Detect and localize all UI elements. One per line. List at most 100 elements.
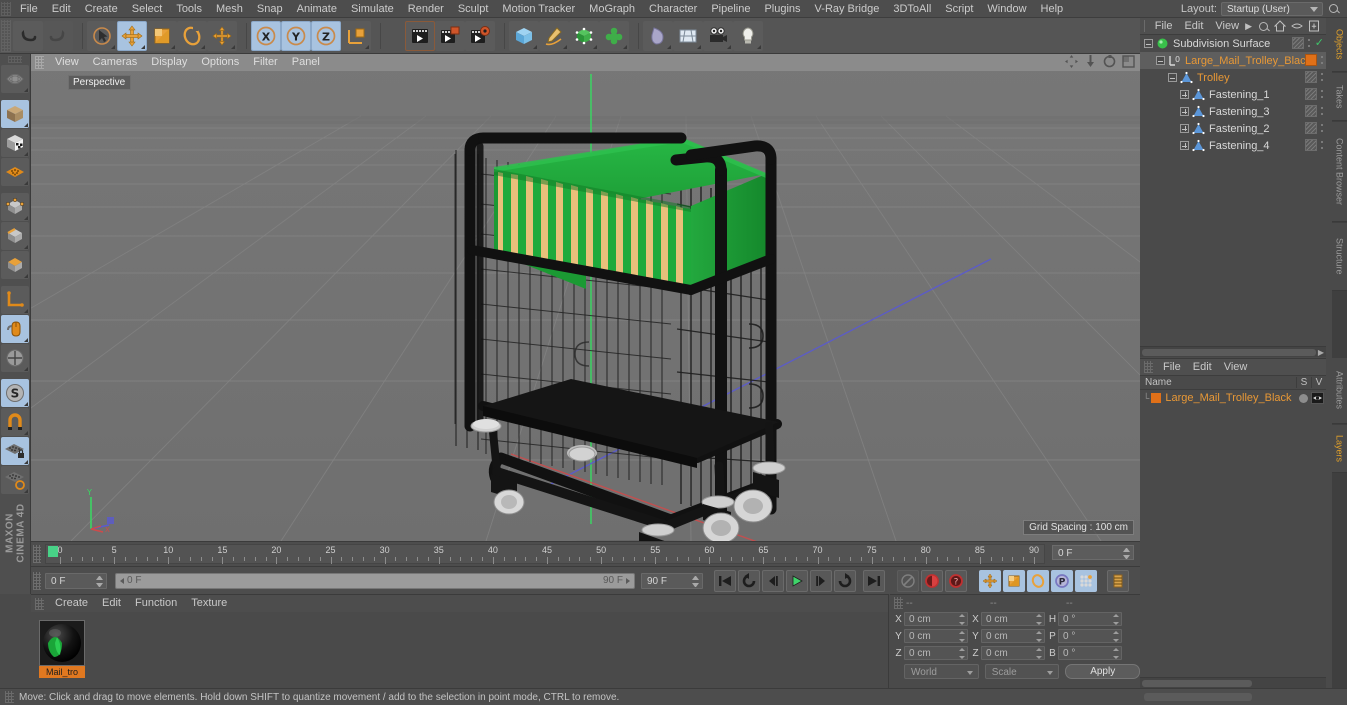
- layer-manager-scrollbar[interactable]: [1140, 677, 1326, 688]
- viewport-dolly-icon[interactable]: [1084, 55, 1097, 68]
- left-toolbar-grip[interactable]: [8, 56, 22, 63]
- object-tree-item-subdivision-surface[interactable]: Subdivision Surface ✓: [1140, 35, 1326, 52]
- visibility-dots-icon[interactable]: [1321, 122, 1324, 134]
- scale-key-button[interactable]: [1003, 569, 1025, 592]
- object-tree-item-large-mail-trolley-black[interactable]: 0 Large_Mail_Trolley_Black: [1140, 52, 1326, 69]
- end-frame-field[interactable]: 90 F: [641, 572, 703, 589]
- scrollbar-thumb[interactable]: [1142, 349, 1316, 356]
- viewport-maximize-icon[interactable]: [1122, 55, 1135, 68]
- timeline-ruler[interactable]: 0 5 10 15 20 25 30 35 40 45 50 55 60 65 70 75 80 85 90 0 F: [31, 541, 1140, 566]
- position-y-field[interactable]: 0 cm: [904, 629, 968, 643]
- menubar-grip[interactable]: [1, 1, 11, 16]
- phong-tag-icon[interactable]: [1305, 105, 1317, 117]
- scrollbar-thumb[interactable]: [1144, 693, 1252, 701]
- position-z-field[interactable]: 0 cm: [904, 646, 968, 660]
- playbar-grip[interactable]: [33, 571, 41, 590]
- workplane-lock-button[interactable]: [1, 437, 29, 465]
- expand-icon[interactable]: [1180, 124, 1189, 133]
- object-manager-menu-file[interactable]: File: [1149, 18, 1179, 35]
- material-menu-create[interactable]: Create: [48, 595, 95, 612]
- object-manager-menu-edit[interactable]: Edit: [1178, 18, 1209, 35]
- phong-tag-icon[interactable]: [1305, 122, 1317, 134]
- modeling-object-menu[interactable]: [599, 20, 629, 51]
- stepper[interactable]: [1113, 631, 1119, 642]
- next-frame-button[interactable]: [810, 569, 832, 592]
- rotation-key-button[interactable]: [1027, 569, 1049, 592]
- record-active-objects-button[interactable]: [897, 569, 919, 592]
- viewport-menu-filter[interactable]: Filter: [246, 54, 284, 71]
- timeline-grip[interactable]: [33, 545, 41, 563]
- parameter-key-button[interactable]: P: [1051, 569, 1073, 592]
- coordinates-grip[interactable]: [894, 597, 903, 609]
- visibility-dots-icon[interactable]: [1321, 139, 1324, 151]
- light-menu[interactable]: [733, 20, 763, 51]
- rotate-tool[interactable]: [177, 20, 207, 51]
- layer-color-swatch[interactable]: [1151, 393, 1162, 403]
- snap-button[interactable]: [1, 408, 29, 436]
- viewport-menu-options[interactable]: Options: [194, 54, 246, 71]
- menu-v-ray-bridge[interactable]: V-Ray Bridge: [808, 0, 887, 18]
- object-tree-item-fastening-4[interactable]: Fastening_4: [1140, 137, 1326, 154]
- collapse-icon[interactable]: [1168, 73, 1177, 82]
- menu-tools[interactable]: Tools: [169, 0, 209, 18]
- menu-animate[interactable]: Animate: [290, 0, 344, 18]
- autokeying-button[interactable]: [921, 569, 943, 592]
- menu-snap[interactable]: Snap: [250, 0, 290, 18]
- tab-layers[interactable]: Layers: [1332, 425, 1347, 473]
- phong-tag-icon[interactable]: [1305, 139, 1317, 151]
- layer-menu-edit[interactable]: Edit: [1187, 359, 1218, 376]
- visibility-dots-icon[interactable]: [1321, 54, 1324, 66]
- edge-mode-button[interactable]: [1, 222, 29, 250]
- model-mode-button[interactable]: [1, 100, 29, 128]
- play-backwards-loop-button[interactable]: [738, 569, 760, 592]
- phong-tag-icon[interactable]: [1305, 88, 1317, 100]
- enable-axis-button[interactable]: [1, 344, 29, 372]
- render-view-button[interactable]: [405, 20, 435, 51]
- move-tool[interactable]: [117, 20, 147, 51]
- object-manager-grip[interactable]: [1144, 20, 1145, 32]
- axis-tool[interactable]: [207, 20, 237, 51]
- size-mode-select[interactable]: Scale: [984, 664, 1060, 679]
- visibility-dots-icon[interactable]: [1321, 105, 1324, 117]
- menu-sculpt[interactable]: Sculpt: [451, 0, 496, 18]
- play-button[interactable]: [786, 569, 808, 592]
- menu-window[interactable]: Window: [980, 0, 1033, 18]
- world-object-coordinate-toggle[interactable]: [341, 20, 371, 51]
- pla-key-button[interactable]: [1075, 569, 1097, 592]
- toolbar-grip[interactable]: [1, 19, 11, 52]
- viewport-menu-display[interactable]: Display: [144, 54, 194, 71]
- material-menu-texture[interactable]: Texture: [184, 595, 234, 612]
- menu-pipeline[interactable]: Pipeline: [704, 0, 757, 18]
- coordinate-system-select[interactable]: World: [904, 664, 979, 679]
- polygon-mode-button[interactable]: [1, 251, 29, 279]
- menu-character[interactable]: Character: [642, 0, 704, 18]
- material-menu-edit[interactable]: Edit: [95, 595, 128, 612]
- primitive-cube-menu[interactable]: [509, 20, 539, 51]
- go-to-end-button[interactable]: [863, 569, 885, 592]
- position-key-button[interactable]: [979, 569, 1001, 592]
- rotation-h-field[interactable]: 0 °: [1058, 612, 1122, 626]
- current-frame-stepper[interactable]: [96, 575, 103, 587]
- stepper[interactable]: [1036, 648, 1042, 659]
- preview-range-bar[interactable]: 0 F 90 F: [115, 572, 635, 589]
- stepper[interactable]: [959, 614, 965, 625]
- y-axis-lock[interactable]: Y: [281, 20, 311, 51]
- size-z-field[interactable]: 0 cm: [981, 646, 1045, 660]
- viewport-menubar-grip[interactable]: [35, 56, 44, 69]
- apply-button[interactable]: Apply: [1065, 664, 1140, 679]
- menu-mograph[interactable]: MoGraph: [582, 0, 642, 18]
- render-region-button[interactable]: [435, 20, 465, 51]
- tab-content-browser[interactable]: Content Browser: [1332, 122, 1347, 222]
- menu-script[interactable]: Script: [938, 0, 980, 18]
- search-icon[interactable]: [1257, 20, 1269, 32]
- phong-tag-icon[interactable]: [1305, 71, 1317, 83]
- viewport-pan-icon[interactable]: [1065, 55, 1078, 68]
- menu-render[interactable]: Render: [401, 0, 451, 18]
- undo-button[interactable]: [13, 20, 43, 51]
- size-x-field[interactable]: 0 cm: [981, 612, 1045, 626]
- stepper[interactable]: [1113, 648, 1119, 659]
- point-mode-button[interactable]: [1, 193, 29, 221]
- live-selection-tool[interactable]: [87, 20, 117, 51]
- search-icon[interactable]: [1327, 2, 1341, 16]
- rotation-b-field[interactable]: 0 °: [1058, 646, 1122, 660]
